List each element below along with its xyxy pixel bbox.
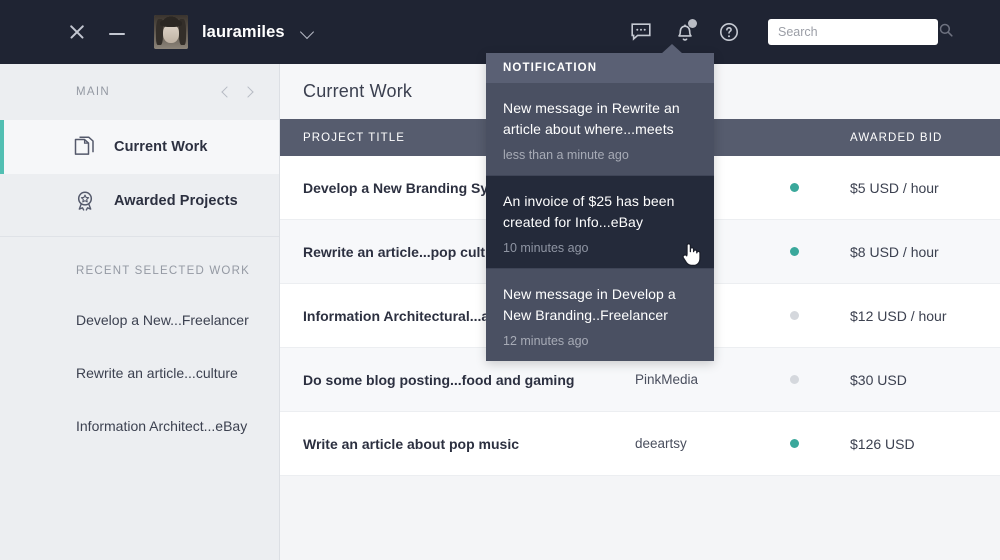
notification-message: An invoice of $25 has been created for I… <box>503 193 675 230</box>
notification-message: New message in Develop a New Branding..F… <box>503 286 676 323</box>
status-dot <box>790 182 799 192</box>
username-label: lauramiles <box>202 22 285 41</box>
notification-timestamp: less than a minute ago <box>503 148 629 162</box>
column-header-awarded-bid[interactable]: AWARDED BID <box>850 132 1000 144</box>
page-title: Current Work <box>303 81 413 101</box>
minimize-icon[interactable] <box>108 23 126 41</box>
sidebar-section-main: MAIN <box>0 64 279 120</box>
status-dot <box>790 246 799 256</box>
sidebar-recent-item[interactable]: Information Architect...eBay <box>0 399 279 452</box>
sidebar-item-awarded-projects[interactable]: Awarded Projects <box>0 174 279 228</box>
cell-project-title: Do some blog posting...food and gaming <box>303 371 575 388</box>
award-badge-icon <box>72 188 98 214</box>
cell-awarded-bid: $126 USD <box>850 435 915 452</box>
notification-item[interactable]: An invoice of $25 has been created for I… <box>486 176 714 269</box>
status-dot <box>790 310 799 320</box>
sidebar-item-label: Awarded Projects <box>114 193 238 209</box>
sidebar-recent-item[interactable]: Rewrite an article...culture <box>0 346 279 399</box>
chevron-left-icon[interactable] <box>215 82 235 102</box>
chevron-down-icon[interactable] <box>301 26 314 39</box>
notification-item[interactable]: New message in Rewrite an article about … <box>486 83 714 176</box>
cell-status <box>790 435 850 453</box>
sidebar-recent-item[interactable]: Develop a New...Freelancer <box>0 293 279 346</box>
sidebar-section-main-label: MAIN <box>76 86 110 98</box>
cell-status <box>790 243 850 261</box>
notification-timestamp: 12 minutes ago <box>503 334 589 348</box>
cell-project-title: Write an article about pop music <box>303 435 520 452</box>
sidebar-pager <box>215 82 259 102</box>
status-dot <box>790 438 799 448</box>
cell-status <box>790 179 850 197</box>
cell-status <box>790 307 850 325</box>
search-icon[interactable] <box>939 23 953 42</box>
cell-status <box>790 371 850 389</box>
sidebar: MAIN Current Work Awarded Projects RECEN… <box>0 64 280 560</box>
notification-dropdown: NOTIFICATION New message in Rewrite an a… <box>486 44 714 361</box>
sidebar-item-current-work[interactable]: Current Work <box>0 120 279 174</box>
notification-badge-dot <box>688 19 697 28</box>
status-dot <box>790 374 799 384</box>
notification-dropdown-title: NOTIFICATION <box>486 53 714 83</box>
dropdown-arrow <box>661 44 683 54</box>
cell-client: deeartsy <box>635 436 687 451</box>
documents-icon <box>72 134 98 160</box>
chat-bubble-icon[interactable] <box>624 15 658 49</box>
cell-awarded-bid: $5 USD / hour <box>850 179 939 196</box>
question-circle-icon[interactable] <box>712 15 746 49</box>
chevron-right-icon[interactable] <box>239 82 259 102</box>
avatar[interactable] <box>154 15 188 49</box>
sidebar-section-recent-label: RECENT SELECTED WORK <box>76 265 250 277</box>
search-box[interactable] <box>768 19 953 45</box>
window-controls <box>68 23 126 41</box>
avatar-bangs <box>160 19 182 27</box>
cell-client: PinkMedia <box>635 372 699 387</box>
notification-message: New message in Rewrite an article about … <box>503 100 680 137</box>
notification-item[interactable]: New message in Develop a New Branding..F… <box>486 269 714 361</box>
notification-timestamp: 10 minutes ago <box>503 241 589 255</box>
table-row[interactable]: Write an article about pop music deearts… <box>280 412 1000 476</box>
search-input[interactable] <box>778 25 939 39</box>
cell-awarded-bid: $30 USD <box>850 371 907 388</box>
cell-awarded-bid: $8 USD / hour <box>850 243 939 260</box>
cell-awarded-bid: $12 USD / hour <box>850 307 947 324</box>
close-icon[interactable] <box>68 23 86 41</box>
sidebar-item-label: Current Work <box>114 139 208 155</box>
